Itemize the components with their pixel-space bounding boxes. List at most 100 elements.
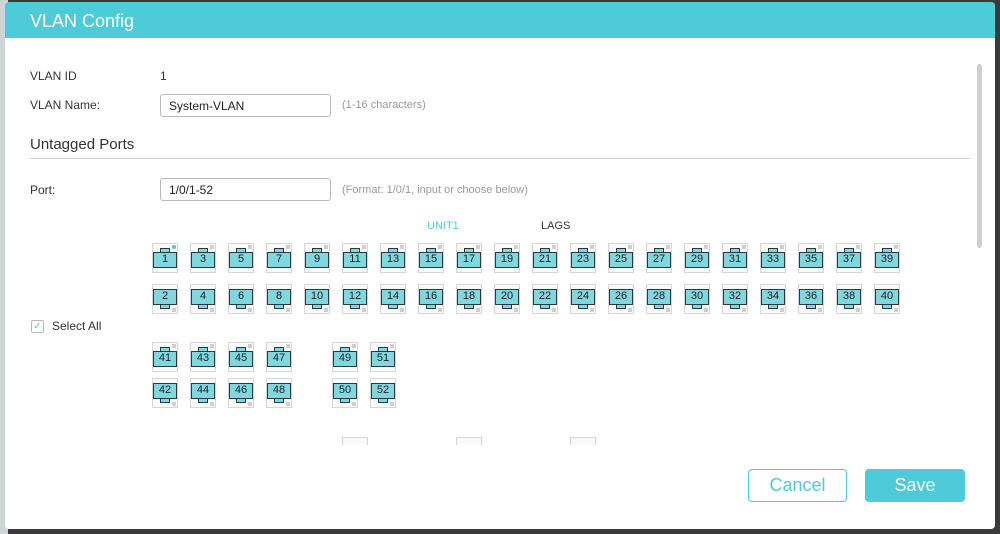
port-hint: (Format: 1/0/1, input or choose below) [342,184,528,196]
port-number: 44 [196,384,210,396]
port-number: 40 [880,290,894,302]
port-9[interactable]: 9 [304,243,330,273]
port-12[interactable]: 12 [342,284,368,314]
port-led-indicator [390,402,394,406]
port-8[interactable]: 8 [266,284,292,314]
port-led-indicator [400,308,404,312]
port-16[interactable]: 16 [418,284,444,314]
port-number: 42 [158,384,172,396]
port-6[interactable]: 6 [228,284,254,314]
port-2[interactable]: 2 [152,284,178,314]
port-39[interactable]: 39 [874,243,900,273]
port-35[interactable]: 35 [798,243,824,273]
port-led-indicator [438,308,442,312]
port-7[interactable]: 7 [266,243,292,273]
port-led-indicator [286,308,290,312]
port-44[interactable]: 44 [190,378,216,408]
port-stub [456,437,482,445]
port-input[interactable] [160,178,331,201]
port-number: 45 [234,352,248,364]
port-22[interactable]: 22 [532,284,558,314]
port-14[interactable]: 14 [380,284,406,314]
port-19[interactable]: 19 [494,243,520,273]
port-50[interactable]: 50 [332,378,358,408]
port-30[interactable]: 30 [684,284,710,314]
vlan-name-label: VLAN Name: [30,98,101,112]
port-5[interactable]: 5 [228,243,254,273]
port-led-indicator [286,245,290,249]
port-11[interactable]: 11 [342,243,368,273]
port-29[interactable]: 29 [684,243,710,273]
port-number: 43 [196,352,210,364]
select-all-checkbox[interactable]: ✓ [31,320,44,333]
port-13[interactable]: 13 [380,243,406,273]
port-40[interactable]: 40 [874,284,900,314]
port-number: 15 [424,253,438,265]
port-3[interactable]: 3 [190,243,216,273]
port-28[interactable]: 28 [646,284,672,314]
port-45[interactable]: 45 [228,342,254,372]
port-number: 13 [386,253,400,265]
port-led-indicator [352,344,356,348]
port-1[interactable]: 1 [152,243,178,273]
port-21[interactable]: 21 [532,243,558,273]
port-43[interactable]: 43 [190,342,216,372]
lags-tab[interactable]: LAGS [541,220,570,232]
port-10[interactable]: 10 [304,284,330,314]
scrollbar-thumb[interactable] [977,64,982,248]
port-number: 10 [310,290,324,302]
port-52[interactable]: 52 [370,378,396,408]
port-led-indicator [742,308,746,312]
vlan-name-input[interactable] [160,94,331,117]
port-stub [570,437,596,445]
port-42[interactable]: 42 [152,378,178,408]
port-32[interactable]: 32 [722,284,748,314]
port-15[interactable]: 15 [418,243,444,273]
port-led-indicator [856,245,860,249]
port-number: 8 [275,290,283,302]
cancel-button[interactable]: Cancel [748,469,847,502]
port-led-indicator [172,402,176,406]
port-20[interactable]: 20 [494,284,520,314]
port-33[interactable]: 33 [760,243,786,273]
port-17[interactable]: 17 [456,243,482,273]
port-24[interactable]: 24 [570,284,596,314]
port-number: 34 [766,290,780,302]
port-23[interactable]: 23 [570,243,596,273]
port-number: 19 [500,253,514,265]
port-led-indicator [780,308,784,312]
port-number: 12 [348,290,362,302]
port-number: 3 [199,253,207,265]
vlan-id-value: 1 [160,69,167,83]
port-49[interactable]: 49 [332,342,358,372]
port-led-indicator [172,308,176,312]
port-18[interactable]: 18 [456,284,482,314]
port-number: 36 [804,290,818,302]
vlan-config-dialog: VLAN Config VLAN ID 1 VLAN Name: (1-16 c… [5,2,995,529]
port-4[interactable]: 4 [190,284,216,314]
port-34[interactable]: 34 [760,284,786,314]
port-38[interactable]: 38 [836,284,862,314]
port-number: 26 [614,290,628,302]
port-26[interactable]: 26 [608,284,634,314]
port-27[interactable]: 27 [646,243,672,273]
port-48[interactable]: 48 [266,378,292,408]
port-31[interactable]: 31 [722,243,748,273]
port-25[interactable]: 25 [608,243,634,273]
port-led-indicator [704,308,708,312]
check-icon: ✓ [33,321,42,332]
port-41[interactable]: 41 [152,342,178,372]
port-37[interactable]: 37 [836,243,862,273]
port-led-indicator [286,344,290,348]
port-led-indicator [286,402,290,406]
port-number: 24 [576,290,590,302]
unit1-tab[interactable]: UNIT1 [427,220,459,232]
port-36[interactable]: 36 [798,284,824,314]
save-button[interactable]: Save [865,469,965,502]
port-number: 23 [576,253,590,265]
port-51[interactable]: 51 [370,342,396,372]
port-47[interactable]: 47 [266,342,292,372]
port-46[interactable]: 46 [228,378,254,408]
port-number: 46 [234,384,248,396]
vlan-name-hint: (1-16 characters) [342,99,426,111]
